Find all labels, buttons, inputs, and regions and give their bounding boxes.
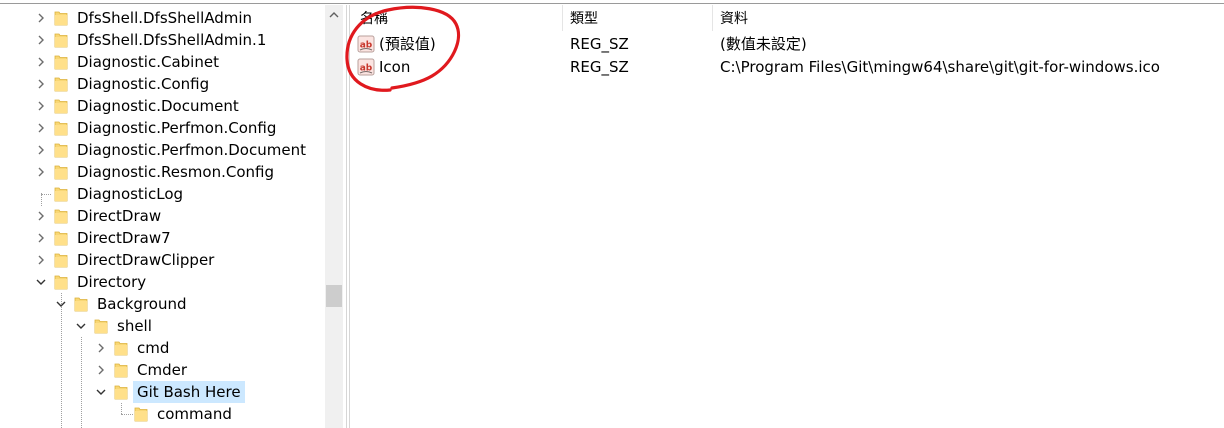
folder-icon [54,274,68,290]
chevron-right-icon[interactable] [35,34,47,46]
tree-item-label: shell [117,317,152,335]
column-header-data[interactable]: 資料 [713,5,1213,31]
tree-item-label: Diagnostic.Document [77,97,239,115]
folder-icon [54,54,68,70]
tree-item-label: Cmder [137,361,188,379]
chevron-right-icon[interactable] [35,122,47,134]
scrollbar-thumb[interactable] [326,285,342,307]
window-top-edge [0,0,1224,4]
tree-item[interactable]: DiagnosticLog [0,183,325,205]
chevron-right-icon[interactable] [35,78,47,90]
folder-icon [54,76,68,92]
chevron-right-icon[interactable] [95,364,107,376]
tree-item-label: Git Bash Here [133,381,245,403]
chevron-right-icon[interactable] [35,232,47,244]
folder-icon [54,32,68,48]
registry-values-list[interactable]: 名稱 類型 資料 ab (預設值) REG_SZ (數值未設定) ab Icon… [351,5,1224,428]
chevron-right-icon[interactable] [35,100,47,112]
tree-item[interactable]: DirectDraw [0,205,325,227]
chevron-down-icon[interactable] [35,276,47,288]
tree-item[interactable]: Cmder [0,359,325,381]
folder-icon [54,120,68,136]
value-name: (預設值) [379,35,436,53]
tree-item-label: DfsShell.DfsShellAdmin.1 [77,31,267,49]
value-type: REG_SZ [570,58,629,76]
tree-item[interactable]: Diagnostic.Cabinet [0,51,325,73]
string-value-icon: ab [357,35,375,53]
tree-item-label: command [157,405,232,423]
value-data: C:\Program Files\Git\mingw64\share\git\g… [720,58,1160,76]
tree-item[interactable]: Diagnostic.Perfmon.Document [0,139,325,161]
chevron-right-icon[interactable] [35,144,47,156]
folder-icon [54,186,68,202]
tree-item-label: Diagnostic.Perfmon.Config [77,119,277,137]
tree-item[interactable]: DirectDraw7 [0,227,325,249]
folder-icon [134,406,148,422]
chevron-down-icon[interactable] [95,386,107,398]
tree-item[interactable]: shell [0,315,325,337]
folder-icon [94,318,108,334]
tree-item-label: DirectDraw [77,207,162,225]
folder-icon [114,384,128,400]
folder-icon [114,362,128,378]
folder-icon [54,164,68,180]
chevron-down-icon[interactable] [75,320,87,332]
tree-item-label: DiagnosticLog [77,185,184,203]
chevron-down-icon[interactable] [55,298,67,310]
column-header-type[interactable]: 類型 [563,5,713,31]
chevron-right-icon[interactable] [35,12,47,24]
string-value-icon: ab [357,58,375,76]
folder-icon [74,296,88,312]
folder-icon [54,142,68,158]
tree-item-label: Diagnostic.Perfmon.Document [77,141,306,159]
tree-item[interactable]: Git Bash Here [0,381,325,403]
chevron-right-icon[interactable] [35,56,47,68]
folder-icon [54,10,68,26]
tree-item-label: DirectDraw7 [77,229,171,247]
scroll-up-arrow-icon[interactable] [325,5,343,23]
folder-icon [54,208,68,224]
value-data: (數值未設定) [720,35,807,53]
value-type: REG_SZ [570,35,629,53]
tree-scrollbar[interactable] [325,5,343,428]
tree-item[interactable]: DfsShell.DfsShellAdmin [0,7,325,29]
tree-item-label: Directory [77,273,147,291]
tree-item-label: Diagnostic.Config [77,75,210,93]
folder-icon [54,252,68,268]
value-row[interactable]: ab (預設值) REG_SZ (數值未設定) [351,33,1224,56]
column-header-name[interactable]: 名稱 [353,5,563,31]
registry-key-tree[interactable]: DfsShell.DfsShellAdmin DfsShell.DfsShellA… [0,5,325,428]
folder-icon [54,230,68,246]
value-row[interactable]: ab Icon REG_SZ C:\Program Files\Git\ming… [351,56,1224,79]
chevron-right-icon[interactable] [35,254,47,266]
chevron-right-icon[interactable] [35,166,47,178]
list-header: 名稱 類型 資料 [351,5,1224,31]
tree-item[interactable]: Background [0,293,325,315]
folder-icon [54,98,68,114]
tree-item-label: Diagnostic.Resmon.Config [77,163,274,181]
tree-item[interactable]: DirectDrawClipper [0,249,325,271]
tree-item[interactable]: cmd [0,337,325,359]
tree-item[interactable]: DfsShell.DfsShellAdmin.1 [0,29,325,51]
tree-item[interactable]: Diagnostic.Document [0,95,325,117]
folder-icon [114,340,128,356]
tree-item-label: DirectDrawClipper [77,251,215,269]
pane-splitter[interactable] [346,5,350,428]
tree-item[interactable]: command [0,403,325,425]
tree-item[interactable]: Directory [0,271,325,293]
tree-item-label: Diagnostic.Cabinet [77,53,219,71]
tree-item[interactable]: Diagnostic.Config [0,73,325,95]
chevron-right-icon[interactable] [35,210,47,222]
tree-item[interactable]: Diagnostic.Resmon.Config [0,161,325,183]
chevron-right-icon[interactable] [95,342,107,354]
tree-item[interactable]: Diagnostic.Perfmon.Config [0,117,325,139]
tree-item-label: DfsShell.DfsShellAdmin [77,9,253,27]
tree-item-label: Background [97,295,187,313]
value-name: Icon [379,58,411,76]
tree-item-label: cmd [137,339,170,357]
